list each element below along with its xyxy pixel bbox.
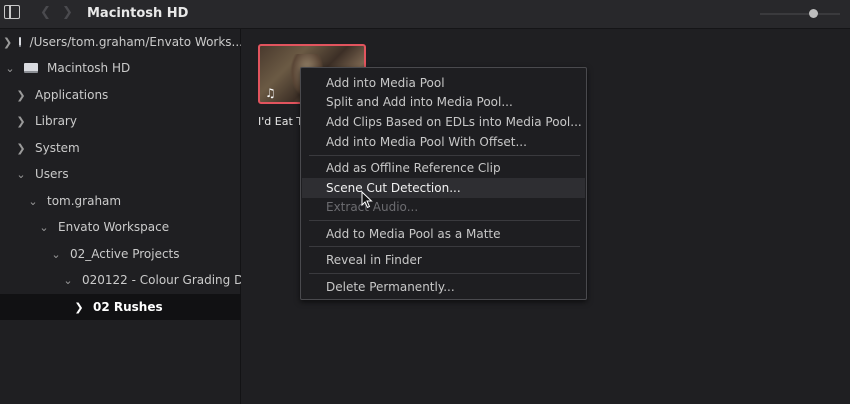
- sidebar-item-label: /Users/tom.graham/Envato Works...: [29, 35, 243, 49]
- chevron-down-icon[interactable]: ⌄: [14, 168, 28, 181]
- menu-separator: [309, 273, 580, 274]
- zoom-slider-thumb[interactable]: [809, 9, 818, 18]
- menu-item-add-clips-edls[interactable]: Add Clips Based on EDLs into Media Pool.…: [302, 112, 585, 132]
- chevron-right-icon[interactable]: ❯: [72, 301, 86, 314]
- chevron-down-icon[interactable]: ⌄: [26, 195, 40, 208]
- top-bar: ❮ ❯ Macintosh HD: [0, 0, 850, 29]
- chevron-right-icon[interactable]: ❯: [3, 36, 12, 49]
- music-note-icon: ♫: [265, 86, 276, 100]
- sidebar-item-label: 020122 - Colour Grading D...: [82, 273, 255, 287]
- chevron-left-icon[interactable]: ❮: [40, 5, 51, 20]
- sidebar-item-label: tom.graham: [47, 194, 122, 208]
- sidebar-item-label: 02 Rushes: [93, 300, 163, 314]
- sidebar-item-system[interactable]: ❯ System: [0, 135, 254, 161]
- menu-separator: [309, 246, 580, 247]
- clip-name[interactable]: I'd Eat Th: [258, 115, 300, 128]
- menu-item-scene-cut-detection[interactable]: Scene Cut Detection...: [302, 178, 585, 198]
- sidebar-item-macintosh-hd[interactable]: ⌄ Macintosh HD: [0, 55, 243, 81]
- chevron-down-icon[interactable]: ⌄: [49, 248, 63, 261]
- menu-item-add-with-offset[interactable]: Add into Media Pool With Offset...: [302, 132, 585, 152]
- sidebar-item-envato-works[interactable]: ❯ /Users/tom.graham/Envato Works...: [0, 29, 243, 55]
- sidebar-item-label: Users: [35, 167, 69, 181]
- sidebar-item-envato-workspace[interactable]: ⌄ Envato Workspace: [0, 214, 277, 240]
- sidebar-toggle-icon[interactable]: [4, 5, 20, 19]
- menu-item-delete-permanently[interactable]: Delete Permanently...: [302, 277, 585, 297]
- menu-separator: [309, 155, 580, 156]
- sidebar-item-applications[interactable]: ❯ Applications: [0, 82, 254, 108]
- zoom-slider-track[interactable]: [760, 13, 840, 15]
- menu-item-extract-audio: Extract Audio...: [326, 200, 419, 214]
- sidebar-item-tom-graham[interactable]: ⌄ tom.graham: [0, 188, 266, 214]
- chevron-right-icon[interactable]: ❯: [14, 89, 28, 102]
- menu-item-offline-reference[interactable]: Add as Offline Reference Clip: [302, 158, 585, 178]
- menu-separator: [309, 220, 580, 221]
- menu-item-add-as-matte[interactable]: Add to Media Pool as a Matte: [302, 224, 585, 244]
- sidebar-item-label: Applications: [35, 88, 109, 102]
- sidebar-item-label: Library: [35, 114, 77, 128]
- menu-item-split-and-add[interactable]: Split and Add into Media Pool...: [302, 92, 585, 112]
- sidebar-item-label: Macintosh HD: [47, 61, 131, 75]
- sidebar-item-label: System: [35, 141, 80, 155]
- path-title: Macintosh HD: [87, 6, 189, 21]
- drive-icon: [24, 63, 38, 73]
- chevron-down-icon[interactable]: ⌄: [61, 274, 75, 287]
- chevron-down-icon[interactable]: ⌄: [3, 62, 17, 75]
- chevron-down-icon[interactable]: ⌄: [37, 221, 51, 234]
- chevron-right-icon[interactable]: ❯: [62, 5, 73, 20]
- sidebar-item-library[interactable]: ❯ Library: [0, 108, 254, 134]
- chevron-right-icon[interactable]: ❯: [14, 142, 28, 155]
- drive-icon: [19, 37, 21, 47]
- mouse-cursor-icon: [361, 191, 373, 209]
- sidebar-item-label: 02_Active Projects: [70, 247, 180, 261]
- menu-item-add-into-media-pool[interactable]: Add into Media Pool: [302, 73, 585, 93]
- sidebar: ❯ /Users/tom.graham/Envato Works... ⌄ Ma…: [0, 29, 312, 404]
- menu-item-reveal-in-finder[interactable]: Reveal in Finder: [302, 250, 585, 270]
- sidebar-item-label: Envato Workspace: [58, 220, 170, 234]
- sidebar-item-users[interactable]: ⌄ Users: [0, 161, 254, 187]
- context-menu: Add into Media Pool Split and Add into M…: [300, 67, 587, 300]
- chevron-right-icon[interactable]: ❯: [14, 115, 28, 128]
